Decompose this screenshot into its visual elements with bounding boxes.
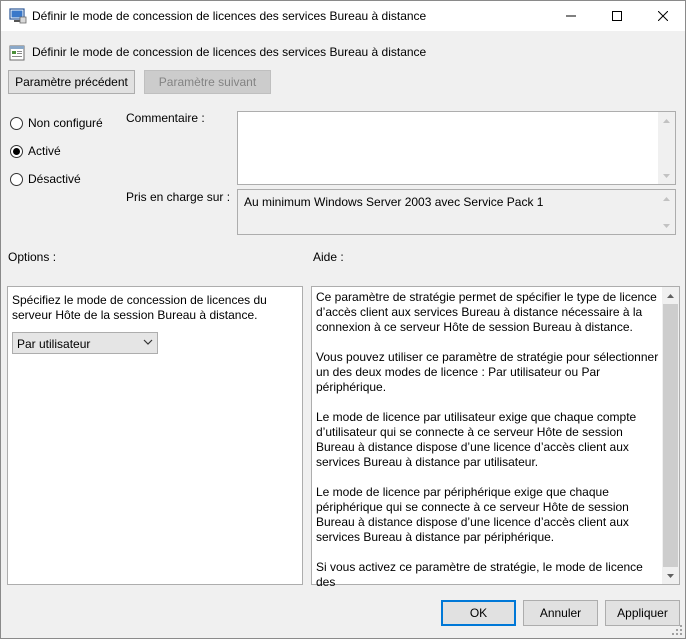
radio-label: Activé <box>28 144 61 158</box>
help-label: Aide : <box>313 250 344 264</box>
ok-button[interactable]: OK <box>441 600 516 626</box>
close-button[interactable] <box>640 1 686 31</box>
licensing-mode-value: Par utilisateur <box>17 337 91 351</box>
close-icon <box>658 11 668 21</box>
radio-label: Non configuré <box>28 116 103 130</box>
comment-textarea[interactable] <box>237 111 676 185</box>
scroll-up-icon[interactable] <box>658 190 675 207</box>
help-paragraph: Le mode de licence par utilisateur exige… <box>316 410 637 469</box>
supported-on-label: Pris en charge sur : <box>126 190 231 204</box>
supported-on-value: Au minimum Windows Server 2003 avec Serv… <box>244 195 544 209</box>
radio-enabled[interactable]: Activé <box>10 143 61 159</box>
radio-circle[interactable] <box>10 116 23 130</box>
minimize-button[interactable] <box>548 1 594 31</box>
radio-circle-checked[interactable] <box>10 144 23 158</box>
resize-grip-icon[interactable] <box>672 625 682 635</box>
scroll-thumb[interactable] <box>663 304 678 567</box>
maximize-icon <box>612 11 622 21</box>
policy-dialog: Définir le mode de concession de licence… <box>0 0 686 639</box>
scroll-up-icon[interactable] <box>662 287 679 304</box>
policy-name: Définir le mode de concession de licence… <box>32 45 427 59</box>
policy-setting-icon <box>9 45 25 61</box>
help-paragraph: Vous pouvez utiliser ce paramètre de str… <box>316 350 659 394</box>
licensing-mode-select[interactable]: Par utilisateur <box>12 332 158 354</box>
radio-circle[interactable] <box>10 172 23 186</box>
minimize-icon <box>566 15 576 17</box>
radio-disabled[interactable]: Désactivé <box>10 171 81 187</box>
comment-label: Commentaire : <box>126 111 205 125</box>
radio-not-configured[interactable]: Non configuré <box>10 115 103 131</box>
help-paragraph: Le mode de licence par périphérique exig… <box>316 485 629 544</box>
title-bar[interactable]: Définir le mode de concession de licence… <box>1 1 685 31</box>
chevron-down-icon <box>143 339 153 345</box>
previous-setting-button[interactable]: Paramètre précédent <box>8 70 135 94</box>
help-panel[interactable]: Ce paramètre de stratégie permet de spéc… <box>311 286 680 589</box>
scroll-down-icon[interactable] <box>658 167 675 184</box>
maximize-button[interactable] <box>594 1 640 31</box>
supported-on-field: Au minimum Windows Server 2003 avec Serv… <box>237 189 676 235</box>
supported-scrollbar[interactable] <box>658 190 675 234</box>
scroll-down-icon[interactable] <box>662 567 679 584</box>
help-text: Ce paramètre de stratégie permet de spéc… <box>316 290 662 605</box>
help-paragraph: Si vous activez ce paramètre de stratégi… <box>316 560 643 589</box>
next-setting-button[interactable]: Paramètre suivant <box>144 70 271 94</box>
apply-button[interactable]: Appliquer <box>605 600 680 626</box>
cancel-button[interactable]: Annuler <box>523 600 598 626</box>
options-label: Options : <box>8 250 57 264</box>
options-description: Spécifiez le mode de concession de licen… <box>12 293 267 322</box>
help-scrollbar[interactable] <box>662 287 679 584</box>
options-panel: Spécifiez le mode de concession de licen… <box>7 286 303 585</box>
policy-app-icon <box>9 8 27 24</box>
radio-label: Désactivé <box>28 172 81 186</box>
comment-scrollbar[interactable] <box>658 112 675 184</box>
scroll-up-icon[interactable] <box>658 112 675 129</box>
window-title: Définir le mode de concession de licence… <box>32 9 427 23</box>
scroll-down-icon[interactable] <box>658 217 675 234</box>
help-paragraph: Ce paramètre de stratégie permet de spéc… <box>316 290 657 334</box>
